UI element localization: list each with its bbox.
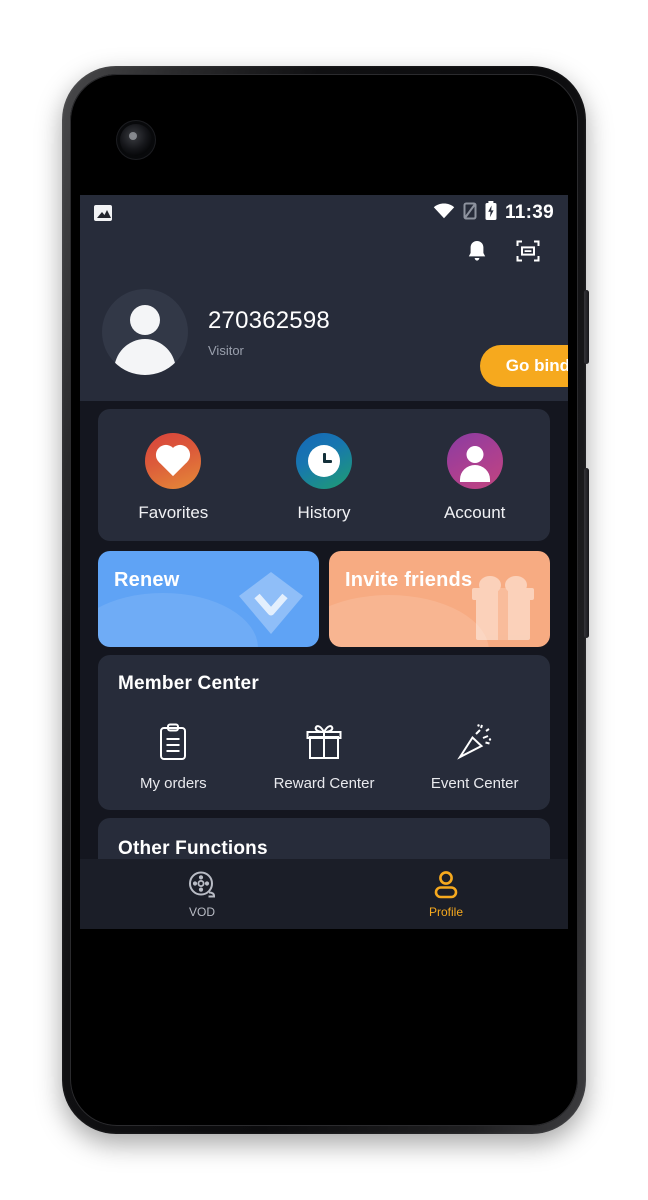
film-reel-icon xyxy=(80,869,324,901)
person-icon xyxy=(446,433,503,489)
quick-actions-card: Favorites History Account xyxy=(98,409,550,541)
diamond-icon xyxy=(233,566,309,645)
camera-lens-highlight xyxy=(129,132,137,140)
member-center-card: Member Center My orders Reward Center Ev… xyxy=(98,655,550,810)
quick-action-label: Account xyxy=(443,503,506,522)
promo-row: Renew Invite friends xyxy=(98,551,550,647)
quick-action-history[interactable]: History xyxy=(249,433,400,523)
clock-icon xyxy=(296,433,352,489)
renew-card-title: Renew xyxy=(114,569,180,591)
nav-item-label: Profile xyxy=(428,905,463,919)
quick-action-favorites[interactable]: Favorites xyxy=(98,433,249,523)
notifications-bell-icon[interactable] xyxy=(466,239,488,268)
bottom-navigation-bar: VOD Profile xyxy=(80,859,568,929)
go-bind-button[interactable]: Go bind xyxy=(479,345,568,387)
volume-button[interactable] xyxy=(584,290,589,364)
member-item-label: Event Center xyxy=(430,775,519,792)
user-role: Visitor xyxy=(208,342,244,358)
status-bar-left xyxy=(94,205,112,221)
member-item-label: Reward Center xyxy=(273,775,375,792)
battery-charging-icon xyxy=(485,201,497,225)
quick-actions-row: Favorites History Account xyxy=(98,409,550,541)
other-functions-title: Other Functions xyxy=(118,838,268,859)
person-body xyxy=(459,465,490,482)
favorites-icon xyxy=(145,433,202,489)
invite-friends-card-title: Invite friends xyxy=(345,569,473,591)
wifi-icon xyxy=(433,203,455,224)
quick-action-label: History xyxy=(297,503,351,522)
image-notification-icon xyxy=(94,205,112,221)
quick-action-account[interactable]: Account xyxy=(399,433,550,523)
person-head xyxy=(466,446,484,463)
renew-card[interactable]: Renew xyxy=(98,551,319,647)
status-bar: 11:39 xyxy=(80,195,568,231)
profile-identity: 270362598 Visitor xyxy=(208,307,330,358)
gift-icon xyxy=(466,574,540,645)
heart-shape xyxy=(159,447,188,477)
power-button[interactable] xyxy=(584,468,589,638)
member-item-reward-center[interactable]: Reward Center xyxy=(249,721,400,792)
header-action-row xyxy=(80,231,568,275)
quick-action-label: Favorites xyxy=(138,503,209,522)
front-camera-icon xyxy=(120,124,152,156)
user-name: 270362598 xyxy=(208,306,330,334)
phone-screen: 11:39 270362598 Visitor Go bind Favorite… xyxy=(80,86,568,1114)
nav-item-vod[interactable]: VOD xyxy=(80,869,324,919)
avatar-body xyxy=(114,339,176,375)
member-item-label: My orders xyxy=(139,775,207,792)
app-viewport: 11:39 270362598 Visitor Go bind Favorite… xyxy=(80,195,568,929)
clock-minute-hand xyxy=(323,460,332,463)
member-item-event-center[interactable]: Event Center xyxy=(399,721,550,792)
status-bar-clock: 11:39 xyxy=(504,202,554,223)
gift-icon xyxy=(249,721,400,763)
clock-face xyxy=(308,445,340,477)
profile-header: 270362598 Visitor Go bind xyxy=(80,275,568,401)
avatar-head xyxy=(130,305,160,335)
invite-card-wave xyxy=(329,595,489,647)
member-center-title: Member Center xyxy=(118,673,259,694)
member-item-my-orders[interactable]: My orders xyxy=(98,721,249,792)
nav-item-label: VOD xyxy=(188,905,215,919)
person-outline-icon xyxy=(324,869,568,901)
phone-device-frame: 11:39 270362598 Visitor Go bind Favorite… xyxy=(62,66,589,1134)
member-center-items: My orders Reward Center Event Center xyxy=(98,721,550,792)
nav-item-profile[interactable]: Profile xyxy=(324,869,568,919)
scan-frame-icon[interactable] xyxy=(516,239,540,268)
invite-friends-card[interactable]: Invite friends xyxy=(329,551,550,647)
party-popper-icon xyxy=(399,721,550,763)
avatar[interactable] xyxy=(102,289,188,375)
signal-off-icon xyxy=(463,202,477,225)
status-bar-right: 11:39 xyxy=(433,201,554,225)
clipboard-icon xyxy=(98,721,249,763)
